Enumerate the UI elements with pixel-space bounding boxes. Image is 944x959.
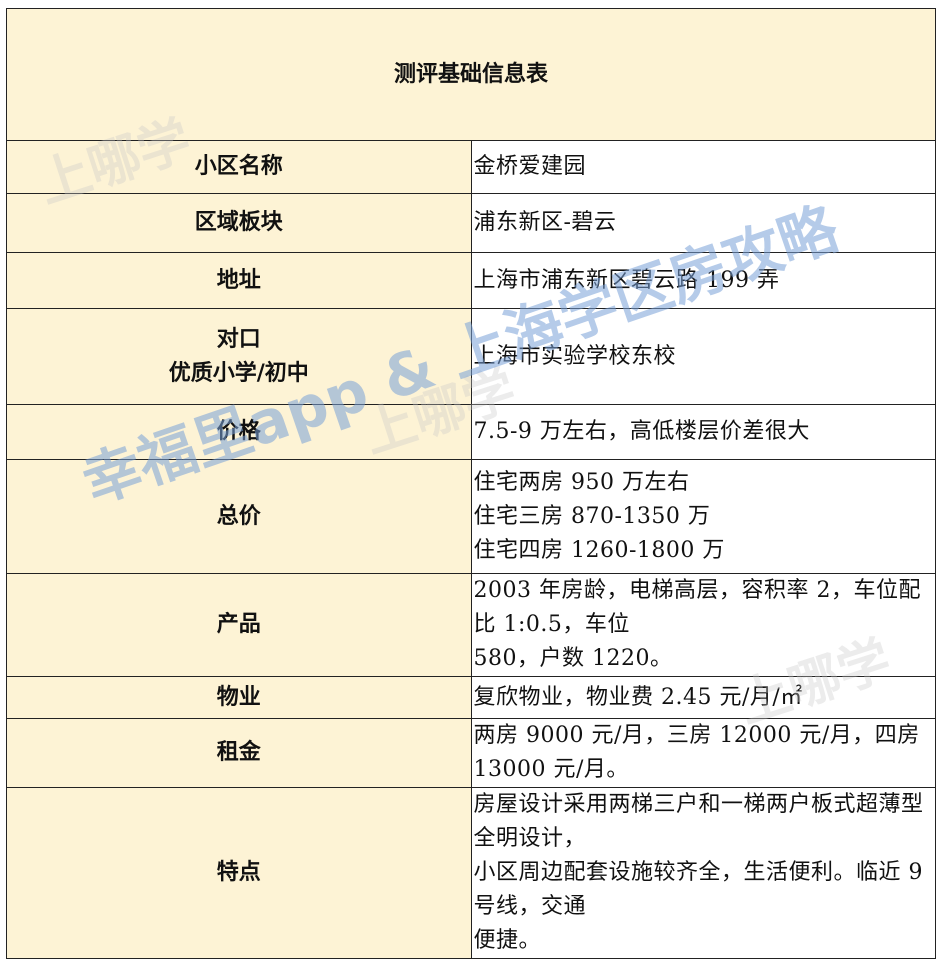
row-label-features: 特点: [6, 787, 472, 959]
row-value-product: 2003 年房龄，电梯高层，容积率 2，车位配比 1:0.5，车位 580，户数…: [470, 573, 936, 677]
table-row: 价格 7.5-9 万左右，高低楼层价差很大: [6, 404, 936, 460]
row-value-district: 浦东新区-碧云: [470, 193, 936, 253]
value-line: 住宅四房 1260-1800 万: [473, 537, 725, 563]
title-row: 测评基础信息表: [6, 8, 936, 141]
row-value-property-management: 复欣物业，物业费 2.45 元/月/㎡: [470, 676, 936, 719]
info-table: 测评基础信息表 小区名称 金桥爱建园 区域板块 浦东新区-碧云 地址 上海市浦东…: [6, 8, 936, 959]
row-label-price: 价格: [6, 404, 472, 460]
value-line: 上海市浦东新区碧云路 199 弄: [473, 267, 780, 293]
value-line: 住宅三房 870-1350 万: [473, 503, 711, 529]
table-row: 产品 2003 年房龄，电梯高层，容积率 2，车位配比 1:0.5，车位 580…: [6, 573, 936, 677]
table-row: 地址 上海市浦东新区碧云路 199 弄: [6, 252, 936, 309]
table-row: 租金 两房 9000 元/月，三房 12000 元/月，四房 13000 元/月…: [6, 718, 936, 788]
row-value-rent: 两房 9000 元/月，三房 12000 元/月，四房 13000 元/月。: [470, 718, 936, 788]
row-label-property-management: 物业: [6, 676, 472, 719]
row-value-features: 房屋设计采用两梯三户和一梯两户板式超薄型全明设计， 小区周边配套设施较齐全，生活…: [470, 787, 936, 959]
row-value-address: 上海市浦东新区碧云路 199 弄: [470, 252, 936, 309]
row-value-total-price: 住宅两房 950 万左右 住宅三房 870-1350 万 住宅四房 1260-1…: [470, 459, 936, 574]
row-value-school: 上海市实验学校东校: [470, 308, 936, 405]
value-line: 上海市实验学校东校: [473, 343, 677, 369]
table-row: 区域板块 浦东新区-碧云: [6, 193, 936, 253]
row-label-total-price: 总价: [6, 459, 472, 574]
value-line: 复欣物业，物业费 2.45 元/月/㎡: [473, 684, 803, 710]
table-title: 测评基础信息表: [6, 8, 936, 141]
value-line: 580，户数 1220。: [473, 646, 673, 671]
value-line: 便捷。: [473, 928, 542, 953]
row-label-address: 地址: [6, 252, 472, 309]
row-label-district: 区域板块: [6, 193, 472, 253]
row-label-school: 对口 优质小学/初中: [6, 308, 472, 405]
row-value-price: 7.5-9 万左右，高低楼层价差很大: [470, 404, 936, 460]
table-row: 特点 房屋设计采用两梯三户和一梯两户板式超薄型全明设计， 小区周边配套设施较齐全…: [6, 787, 936, 959]
table-row: 对口 优质小学/初中 上海市实验学校东校: [6, 308, 936, 405]
row-label-rent: 租金: [6, 718, 472, 788]
table-row: 总价 住宅两房 950 万左右 住宅三房 870-1350 万 住宅四房 126…: [6, 459, 936, 574]
label-line: 优质小学/初中: [168, 360, 309, 386]
label-line: 对口: [216, 326, 261, 352]
value-line: 2003 年房龄，电梯高层，容积率 2，车位配比 1:0.5，车位: [473, 578, 921, 637]
row-label-product: 产品: [6, 573, 472, 677]
row-value-community-name: 金桥爱建园: [470, 140, 936, 194]
value-line: 两房 9000 元/月，三房 12000 元/月，四房 13000 元/月。: [473, 723, 920, 782]
value-line: 金桥爱建园: [473, 154, 587, 179]
table-row: 小区名称 金桥爱建园: [6, 140, 936, 194]
value-line: 7.5-9 万左右，高低楼层价差很大: [473, 419, 810, 444]
table-row: 物业 复欣物业，物业费 2.45 元/月/㎡: [6, 676, 936, 719]
value-line: 小区周边配套设施较齐全，生活便利。临近 9 号线，交通: [473, 860, 923, 919]
value-line: 浦东新区-碧云: [473, 210, 617, 235]
row-label-community-name: 小区名称: [6, 140, 472, 194]
value-line: 住宅两房 950 万左右: [473, 469, 690, 495]
